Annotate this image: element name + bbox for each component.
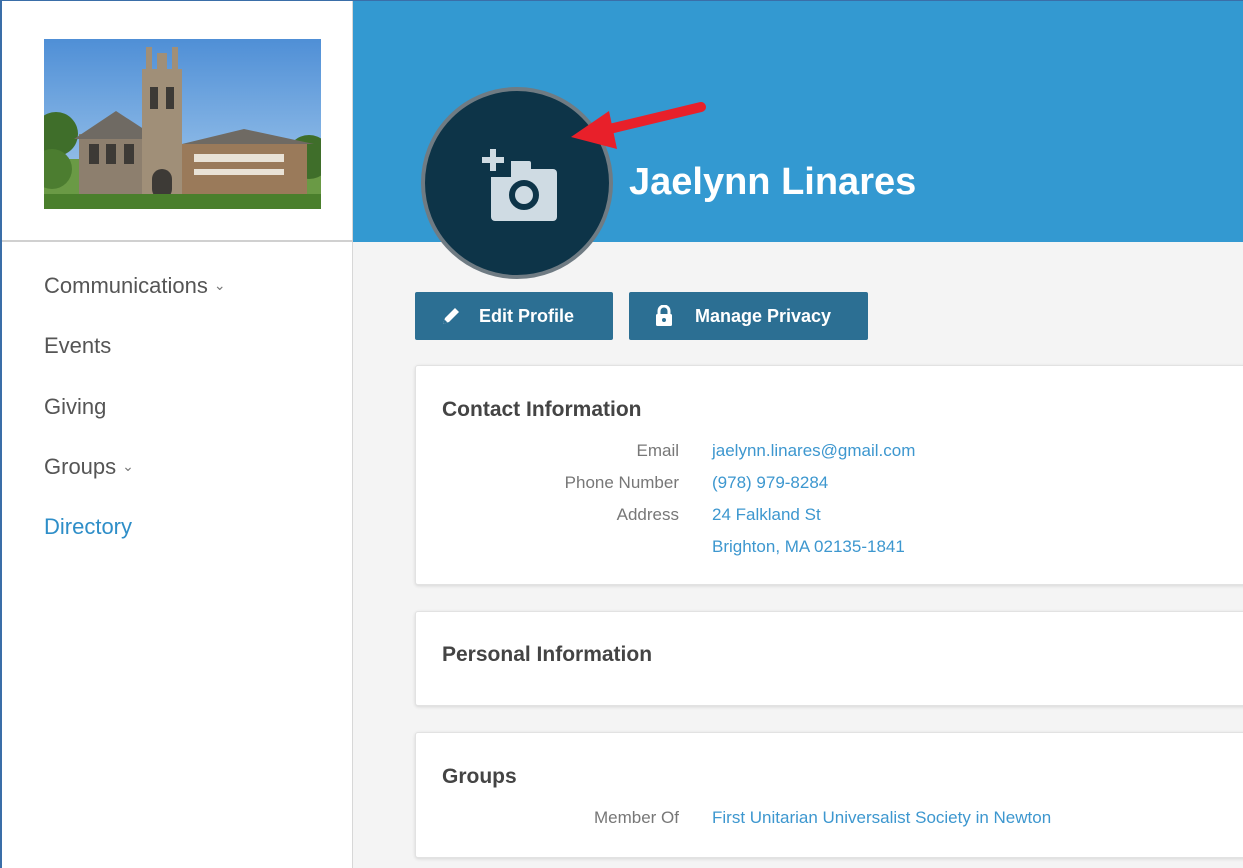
- card-title: Groups: [442, 765, 517, 788]
- sidebar-item-directory[interactable]: Directory: [44, 514, 132, 540]
- card-title: Personal Information: [442, 643, 653, 666]
- chevron-down-icon: ⌄: [213, 277, 226, 293]
- sidebar-item-label: Events: [44, 333, 112, 358]
- chevron-down-icon: ⌄: [122, 458, 134, 474]
- sidebar-item-label: Directory: [44, 514, 133, 539]
- groups-card: Groups Member Of First Unitarian Univers…: [415, 732, 1243, 858]
- card-title: Contact Information: [442, 398, 642, 421]
- contact-information-card: Contact Information Email jaelynn.linare…: [415, 365, 1243, 585]
- sidebar-item-communications[interactable]: Communications ⌄: [44, 273, 226, 299]
- lock-icon: [655, 305, 673, 327]
- email-link[interactable]: jaelynn.linares@gmail.com: [712, 441, 915, 461]
- sidebar-item-label: Groups: [44, 454, 117, 479]
- manage-privacy-label: Manage Privacy: [695, 305, 832, 326]
- member-of-label: Member Of: [593, 808, 679, 827]
- address-line2-link[interactable]: Brighton, MA 02135-1841: [712, 537, 905, 557]
- personal-information-card[interactable]: Personal Information: [415, 611, 1243, 706]
- sidebar-item-label: Giving: [44, 394, 107, 419]
- address-line1-link[interactable]: 24 Falkland St: [712, 505, 821, 525]
- phone-link[interactable]: (978) 979-8284: [712, 473, 828, 493]
- sidebar-item-giving[interactable]: Giving: [44, 394, 106, 420]
- main-content: Jaelynn Linares Edit Profile Manage Priv…: [353, 1, 1243, 868]
- address-label: Address: [616, 505, 679, 524]
- sidebar-item-label: Communications: [44, 273, 208, 298]
- manage-privacy-button[interactable]: Manage Privacy: [629, 292, 868, 340]
- sidebar: Communications ⌄ Events Giving Groups ⌄ Di…: [2, 1, 353, 868]
- edit-profile-button[interactable]: Edit Profile: [415, 292, 613, 340]
- pencil-icon: [441, 306, 461, 326]
- sidebar-item-events[interactable]: Events: [44, 333, 111, 359]
- edit-profile-label: Edit Profile: [479, 305, 575, 326]
- email-label: Email: [636, 441, 679, 460]
- member-of-link[interactable]: First Unitarian Universalist Society in …: [712, 808, 1051, 828]
- church-photo[interactable]: [44, 39, 321, 209]
- logo-area: [2, 1, 353, 242]
- profile-name: Jaelynn Linares: [629, 161, 917, 203]
- annotation-arrow-icon: [571, 102, 706, 149]
- phone-label: Phone Number: [564, 473, 679, 492]
- sidebar-item-groups[interactable]: Groups ⌄: [44, 454, 134, 480]
